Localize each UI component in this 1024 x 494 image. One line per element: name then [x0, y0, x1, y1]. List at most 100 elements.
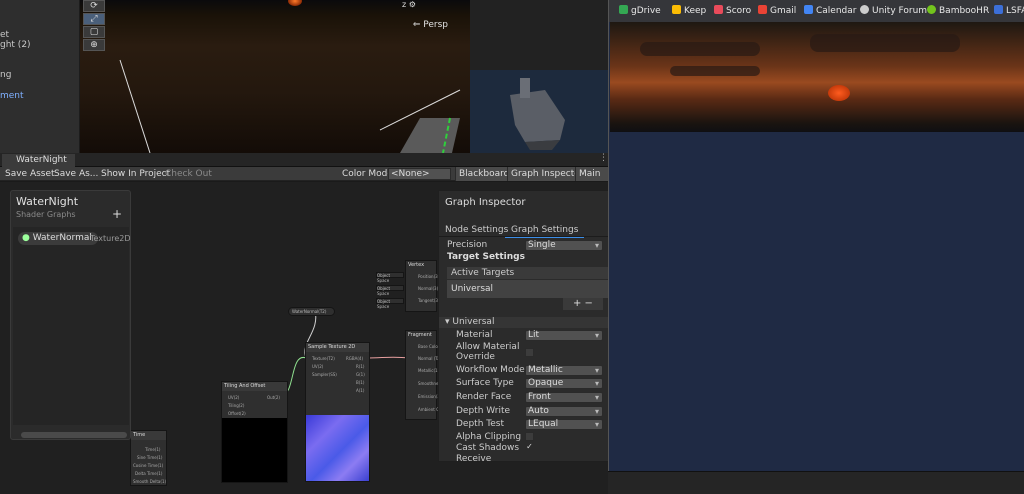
graph-inspector-title: Graph Inspector [445, 197, 526, 208]
bookmark-unity-forum[interactable]: Unity Forum [860, 0, 927, 22]
scene-gizmo[interactable]: z ⚙ [402, 0, 430, 16]
time-title: Time [131, 431, 166, 440]
calendar-icon [804, 5, 813, 14]
object-space-pill[interactable]: Object Space [376, 285, 404, 296]
cast-shadows-checkbox[interactable]: ✓ [525, 443, 534, 452]
gdrive-icon [619, 5, 628, 14]
sun-shape [828, 85, 850, 101]
bookmark-label: gDrive [631, 6, 661, 16]
render-face-label: Render Face [456, 392, 512, 402]
alpha-clipping-checkbox[interactable] [525, 432, 534, 441]
blackboard-list [13, 227, 129, 425]
perspective-label[interactable]: ⇐ Persp [413, 20, 448, 30]
tiling-offset-title: Tiling And Offset [222, 382, 287, 391]
hierarchy-item[interactable]: et [0, 30, 9, 40]
blackboard-panel[interactable]: WaterNight Shader Graphs + ● WaterNormal… [10, 190, 131, 440]
game-view[interactable] [470, 70, 610, 153]
graph-inspector-panel: Graph Inspector Node Settings Graph Sett… [438, 190, 613, 464]
bookmark-calendar[interactable]: Calendar [804, 0, 856, 22]
object-space-pill[interactable]: Object Space [376, 298, 404, 309]
main-preview-toggle[interactable]: Main Pre [575, 167, 612, 193]
gizmo-axis-label: z [402, 0, 407, 9]
target-settings-heading: Target Settings [447, 252, 525, 262]
lsfa-icon [994, 5, 1003, 14]
fragment-title: Fragment [408, 332, 432, 338]
active-target-universal[interactable]: Universal [447, 280, 613, 298]
bookmark-label: Unity Forum [872, 6, 928, 16]
scene-wireframe [119, 59, 461, 153]
save-as-button[interactable]: Save As... [51, 167, 101, 181]
unity-icon [860, 5, 869, 14]
tiling-and-offset-node[interactable]: Tiling And Offset UV(2) Tiling(2) Offset… [221, 381, 288, 483]
tab-waternight[interactable]: WaterNight [2, 154, 75, 167]
depth-test-label: Depth Test [456, 419, 504, 429]
surface-type-dropdown[interactable]: Opaque [525, 378, 603, 389]
browser-window[interactable]: gDrive Keep Scoro Gmail Calendar Unity F… [608, 0, 1024, 471]
blackboard-subtitle: Shader Graphs [16, 210, 76, 219]
universal-section-header[interactable]: ▾ Universal [439, 317, 613, 328]
depth-write-label: Depth Write [456, 406, 511, 416]
workflow-mode-dropdown[interactable]: Metallic [525, 365, 603, 376]
object-space-pill[interactable]: Object Space [376, 272, 404, 283]
water-normal-property-node[interactable]: WaterNormal(T2) [288, 307, 335, 316]
hierarchy-item[interactable]: ment [0, 91, 24, 101]
color-mode-dropdown[interactable]: <None> [388, 168, 451, 180]
property-pill-waternormal[interactable]: ● WaterNormal [18, 232, 98, 245]
property-dot-icon: ● [22, 233, 33, 243]
workflow-mode-label: Workflow Mode [456, 365, 525, 375]
shader-graph-tabbar: WaterNight ⋮ [0, 153, 612, 167]
precision-dropdown[interactable]: Single [525, 240, 603, 251]
hierarchy-item[interactable]: ng [0, 70, 11, 80]
universal-section-title: Universal [452, 317, 495, 327]
add-remove-target-buttons[interactable]: + − [563, 298, 603, 310]
bookmark-label: Gmail [770, 6, 797, 16]
hierarchy-panel: et ght (2) ng ment [0, 0, 80, 153]
cloud-shape [640, 42, 760, 56]
hierarchy-item[interactable]: ght (2) [0, 40, 31, 50]
tab-node-settings[interactable]: Node Settings [445, 223, 508, 237]
cast-shadows-label: Cast Shadows [456, 443, 520, 453]
shader-graph-toolbar: Save Asset Save As... Show In Project Ch… [0, 167, 612, 193]
ship-render [470, 70, 610, 153]
window-menu-icon[interactable]: ⋮ [599, 153, 608, 163]
check-out-button[interactable]: Check Out [162, 167, 215, 181]
allow-material-override-checkbox[interactable] [525, 348, 534, 357]
time-node[interactable]: Time Time(1) Sine Time(1) Cosine Time(1)… [130, 430, 167, 486]
material-dropdown[interactable]: Lit [525, 330, 603, 341]
bookmark-scoro[interactable]: Scoro [714, 0, 751, 22]
horizontal-scrollbar[interactable] [21, 432, 127, 438]
bookmark-label: Scoro [726, 6, 752, 16]
bookmark-bamboohr[interactable]: BambooHR [927, 0, 989, 22]
save-asset-button[interactable]: Save Asset [2, 167, 58, 181]
bookmarks-bar: gDrive Keep Scoro Gmail Calendar Unity F… [609, 0, 1024, 22]
property-name: WaterNormal [32, 233, 92, 243]
scoro-icon [714, 5, 723, 14]
property-type: Texture2D [90, 234, 131, 243]
depth-write-dropdown[interactable]: Auto [525, 406, 603, 417]
depth-test-dropdown[interactable]: LEqual [525, 419, 603, 430]
bookmark-lsfa[interactable]: LSFA [994, 0, 1024, 22]
bookmark-gmail[interactable]: Gmail [758, 0, 796, 22]
receive-shadows-label: Receive [456, 454, 492, 464]
cloud-shape [670, 66, 760, 76]
scene-view[interactable]: ⟳ ⤢ ▢ ⊕ z ⚙ ⇐ Persp [80, 0, 470, 153]
keep-icon [672, 5, 681, 14]
bookmark-label: Keep [684, 6, 707, 16]
add-property-button[interactable]: + [112, 207, 122, 221]
uv-preview [222, 418, 287, 482]
bookmark-label: Calendar [816, 6, 857, 16]
bookmark-gdrive[interactable]: gDrive [619, 0, 661, 22]
blackboard-title: WaterNight [16, 195, 79, 208]
blackboard-toggle[interactable]: Blackboard [455, 167, 513, 181]
vertex-node[interactable]: Vertex Position(3) Normal(3) Tangent(3) [405, 260, 440, 312]
fragment-node[interactable]: Fragment Base Color Normal (Ta Metallic(… [405, 330, 443, 420]
bookmark-keep[interactable]: Keep [672, 0, 706, 22]
tab-title: WaterNight [16, 155, 67, 165]
sample-texture-2d-node[interactable]: Sample Texture 2D Texture(T2) UV(2) Samp… [305, 342, 370, 482]
bamboohr-icon [927, 5, 936, 14]
tab-graph-settings[interactable]: Graph Settings [505, 223, 585, 238]
gmail-icon [758, 5, 767, 14]
sample-texture-title: Sample Texture 2D [306, 343, 369, 352]
taskbar-strip [608, 471, 1024, 494]
render-face-dropdown[interactable]: Front [525, 392, 603, 403]
